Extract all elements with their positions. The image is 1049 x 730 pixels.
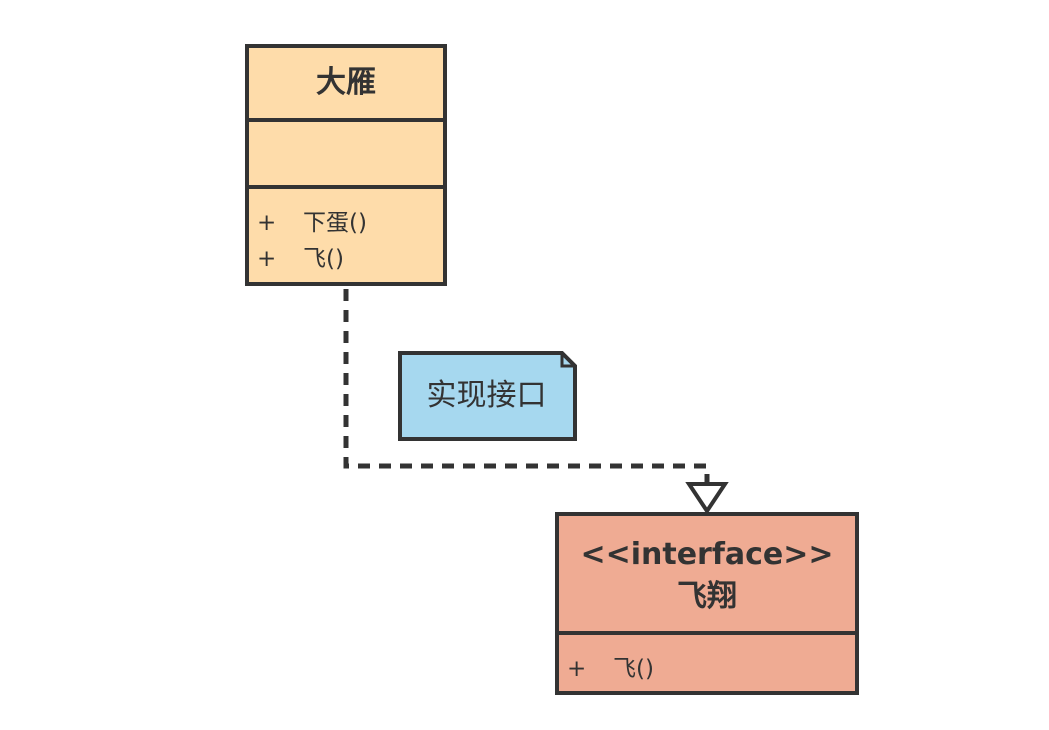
realization-arrowhead-icon [685, 482, 729, 515]
interface-operations-section: + 飞() [559, 635, 855, 687]
operation-row: + 下蛋() [249, 205, 443, 241]
class-name-section: 大雁 [249, 48, 443, 122]
interface-stereotype: <<interface>> [580, 537, 834, 572]
operation-row: + 飞() [559, 651, 855, 687]
visibility-marker: + [257, 210, 277, 236]
visibility-marker: + [257, 246, 277, 272]
class-operations-section: + 下蛋() + 飞() [249, 189, 443, 277]
class-name: 大雁 [316, 65, 376, 100]
visibility-marker: + [567, 656, 587, 682]
interface-name-section: <<interface>> 飞翔 [559, 516, 855, 635]
note-label: 实现接口 [426, 378, 547, 413]
operation-name: 飞() [613, 656, 654, 682]
class-attributes-section [249, 122, 443, 189]
operation-row: + 飞() [249, 241, 443, 277]
operation-name: 下蛋() [303, 210, 367, 236]
operation-name: 飞() [303, 246, 344, 272]
interface-feixiang[interactable]: <<interface>> 飞翔 + 飞() [555, 512, 859, 695]
class-dayan[interactable]: 大雁 + 下蛋() + 飞() [245, 44, 447, 286]
interface-name: 飞翔 [677, 579, 737, 614]
